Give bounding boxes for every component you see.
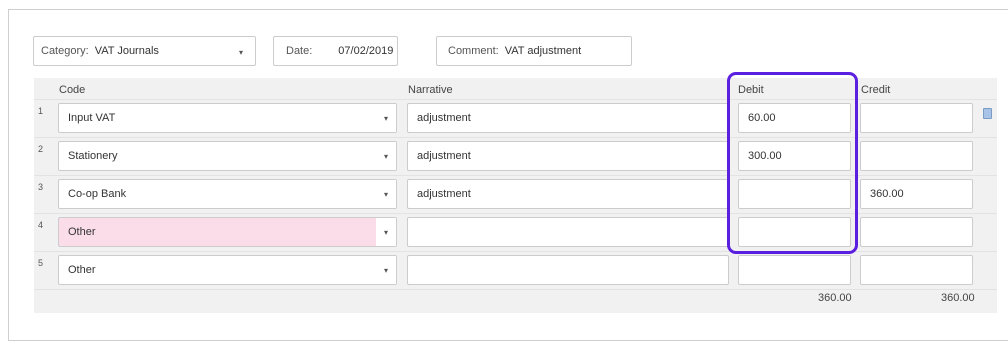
row-divider: [34, 99, 997, 100]
debit-input[interactable]: [738, 179, 851, 209]
narrative-input[interactable]: [407, 255, 729, 285]
category-select[interactable]: Category: VAT Journals ▾: [33, 36, 256, 66]
row-number: 4: [38, 220, 44, 230]
chevron-down-icon[interactable]: ▾: [376, 180, 396, 208]
code-select[interactable]: Input VAT ▾: [58, 103, 397, 133]
credit-input[interactable]: [860, 217, 973, 247]
debit-input[interactable]: 60.00: [738, 103, 851, 133]
debit-input[interactable]: [738, 255, 851, 285]
row-number: 2: [38, 144, 44, 154]
debit-value: 300.00: [748, 150, 782, 162]
narrative-input[interactable]: adjustment: [407, 103, 729, 133]
narrative-input[interactable]: adjustment: [407, 141, 729, 171]
code-value: Stationery: [68, 150, 118, 162]
comment-label: Comment:: [448, 45, 499, 57]
narrative-value: adjustment: [417, 150, 471, 162]
note-icon[interactable]: [983, 108, 992, 119]
chevron-down-icon[interactable]: ▾: [376, 256, 396, 284]
chevron-down-icon[interactable]: ▾: [376, 218, 396, 246]
date-label: Date:: [286, 45, 313, 57]
row-number: 5: [38, 258, 44, 268]
credit-input[interactable]: 360.00: [860, 179, 973, 209]
row-divider: [34, 289, 997, 290]
comment-value: VAT adjustment: [504, 45, 582, 57]
debit-input[interactable]: [738, 217, 851, 247]
row-divider: [34, 213, 997, 214]
column-header-credit: Credit: [861, 84, 891, 96]
credit-value: 360.00: [870, 188, 904, 200]
credit-input[interactable]: [860, 141, 973, 171]
row-number: 3: [38, 182, 44, 192]
debit-value: 60.00: [748, 112, 776, 124]
code-value: Other: [68, 226, 96, 238]
narrative-input[interactable]: adjustment: [407, 179, 729, 209]
chevron-down-icon: ▾: [238, 48, 243, 57]
debit-total: 360.00: [818, 292, 852, 304]
category-value: VAT Journals: [94, 45, 159, 57]
code-select[interactable]: Other ▾: [58, 255, 397, 285]
chevron-down-icon[interactable]: ▾: [376, 104, 396, 132]
code-value: Input VAT: [68, 112, 116, 124]
code-select[interactable]: Stationery ▾: [58, 141, 397, 171]
row-number: 1: [38, 106, 44, 116]
narrative-input[interactable]: [407, 217, 729, 247]
code-select[interactable]: Co-op Bank ▾: [58, 179, 397, 209]
column-header-narrative: Narrative: [408, 84, 453, 96]
row-divider: [34, 251, 997, 252]
column-header-debit: Debit: [738, 84, 764, 96]
credit-input[interactable]: [860, 255, 973, 285]
code-select[interactable]: Other ▾: [58, 217, 397, 247]
date-field[interactable]: Date: 07/02/2019: [273, 36, 398, 66]
row-divider: [34, 175, 997, 176]
date-value: 07/02/2019: [338, 45, 394, 57]
narrative-value: adjustment: [417, 188, 471, 200]
chevron-down-icon[interactable]: ▾: [376, 142, 396, 170]
code-value: Co-op Bank: [68, 188, 127, 200]
category-label: Category:: [41, 45, 89, 57]
debit-input[interactable]: 300.00: [738, 141, 851, 171]
comment-field[interactable]: Comment: VAT adjustment: [436, 36, 632, 66]
credit-total: 360.00: [941, 292, 975, 304]
code-value: Other: [68, 264, 96, 276]
column-header-code: Code: [59, 84, 86, 96]
narrative-value: adjustment: [417, 112, 471, 124]
row-divider: [34, 137, 997, 138]
credit-input[interactable]: [860, 103, 973, 133]
